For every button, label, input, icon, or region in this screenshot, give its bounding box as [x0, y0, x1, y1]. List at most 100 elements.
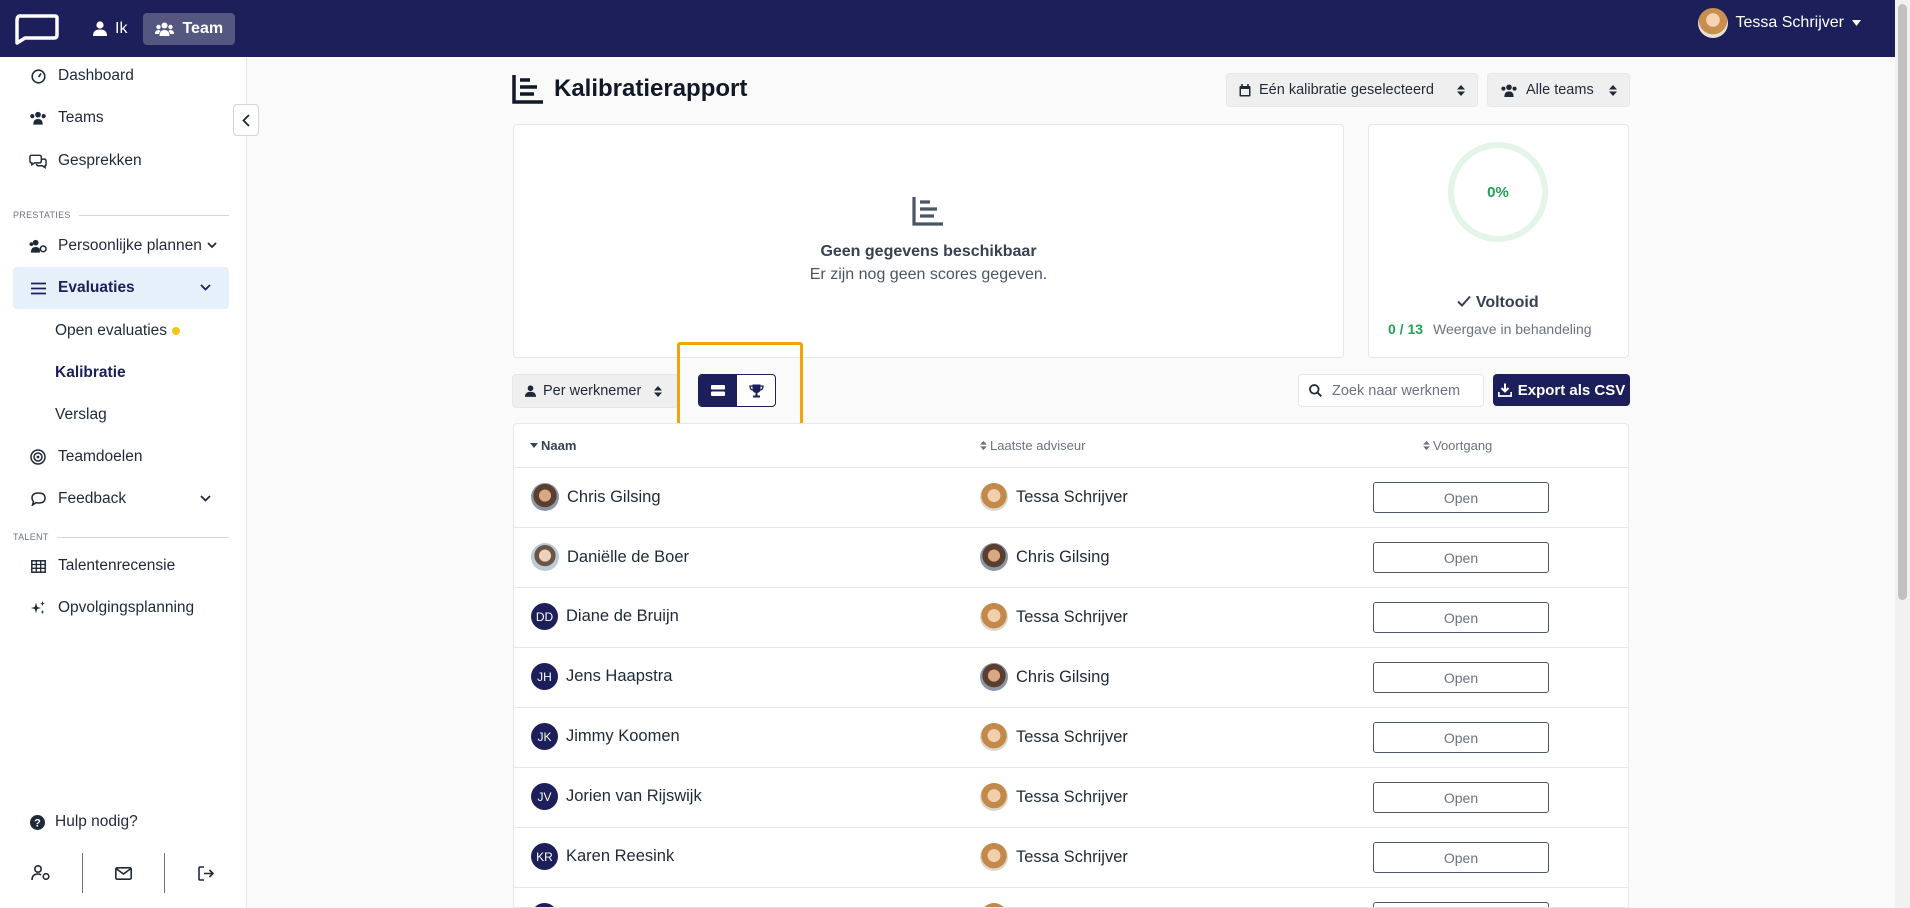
open-button[interactable]: Open: [1373, 782, 1549, 813]
open-button[interactable]: Open: [1373, 602, 1549, 633]
calibration-table: Naam Laatste adviseur Voortgang Chris Gi…: [513, 423, 1629, 908]
app-logo-icon[interactable]: [13, 13, 59, 45]
sidebar-item-dashboard[interactable]: Dashboard: [13, 57, 229, 95]
chat-icon: [29, 153, 47, 169]
avatar: [980, 843, 1008, 871]
column-header-naam[interactable]: Naam: [530, 438, 576, 453]
team-select[interactable]: Alle teams: [1487, 73, 1630, 107]
ranking-view-button[interactable]: [737, 375, 775, 406]
table-row[interactable]: Chris Gilsing Tessa Schrijver Open: [514, 468, 1628, 528]
employee-name: Daniëlle de Boer: [567, 547, 689, 566]
logout-button[interactable]: [165, 853, 247, 893]
avatar: [531, 543, 559, 571]
calibration-select[interactable]: Eén kalibratie geselecteerd: [1226, 73, 1478, 107]
sidebar-subitem-kalibratie[interactable]: Kalibratie: [55, 364, 126, 382]
completion-count-label: Weergave in behandeling: [1433, 321, 1592, 337]
sidebar-item-gesprekken[interactable]: Gesprekken: [13, 142, 229, 180]
column-header-laatste-adviseur[interactable]: Laatste adviseur: [980, 438, 1085, 453]
page-title-text: Kalibratierapport: [554, 75, 748, 102]
employee-name: Jimmy Koomen: [566, 727, 680, 745]
collapse-sidebar-button[interactable]: [233, 104, 259, 136]
employee-cell[interactable]: Daniëlle de Boer: [531, 543, 689, 571]
users-icon: [155, 22, 175, 36]
topnav-ik[interactable]: Ik: [81, 13, 139, 45]
user-icon: [525, 385, 536, 397]
user-settings-button[interactable]: [0, 853, 82, 893]
employee-cell[interactable]: DD Diane de Bruijn: [531, 603, 679, 630]
column-header-voortgang[interactable]: Voortgang: [1423, 438, 1492, 453]
column-header-label: Laatste adviseur: [990, 438, 1086, 453]
employee-cell[interactable]: KR Karen Reesink: [531, 843, 674, 870]
sort-icon: [1423, 440, 1430, 451]
group-by-select[interactable]: Per werknemer: [512, 374, 678, 408]
topnav-team-label: Team: [182, 19, 224, 37]
empty-state-subtitle: Er zijn nog geen scores gegeven.: [809, 266, 1048, 283]
search-employee[interactable]: Zoek naar werknem: [1298, 374, 1484, 407]
page-scrollbar[interactable]: [1895, 0, 1910, 908]
sidebar-item-feedback[interactable]: Feedback: [13, 480, 229, 518]
sidebar-item-teamdoelen[interactable]: Teamdoelen: [13, 438, 229, 476]
sort-icon: [1609, 84, 1617, 96]
advisor-name: Tessa Schrijver: [1016, 787, 1128, 806]
page-title: Kalibratierapport: [512, 74, 747, 104]
table-row[interactable]: KR Karen Reesink Tessa Schrijver Open: [514, 828, 1628, 888]
sidebar-item-label: Persoonlijke plannen: [58, 237, 202, 254]
employee-cell[interactable]: JV Jorien van Rijswijk: [531, 783, 702, 810]
topnav-team[interactable]: Team: [143, 12, 236, 45]
scrollbar-thumb[interactable]: [1898, 4, 1907, 600]
sidebar-item-label: Gesprekken: [58, 152, 142, 169]
sidebar-subitem-open-evaluaties[interactable]: Open evaluaties: [55, 322, 181, 340]
table-row[interactable]: JK Jimmy Koomen Tessa Schrijver Open: [514, 708, 1628, 768]
avatar: [980, 723, 1008, 751]
list-view-button[interactable]: [699, 375, 737, 406]
user-menu[interactable]: Tessa Schrijver: [1697, 8, 1861, 38]
open-button[interactable]: Open: [1373, 842, 1549, 873]
view-toggle[interactable]: [698, 374, 776, 407]
advisor-name: Tessa Schrijver: [1016, 727, 1128, 746]
sidebar-item-opvolgingsplanning[interactable]: Opvolgingsplanning: [13, 589, 229, 627]
advisor-name: Tessa Schrijver: [1016, 607, 1128, 626]
sort-desc-icon: [530, 443, 538, 448]
sidebar-item-label: Opvolgingsplanning: [58, 599, 195, 616]
help-link[interactable]: ? Hulp nodig?: [30, 813, 138, 831]
table-row[interactable]: Daniëlle de Boer Chris Gilsing Open: [514, 528, 1628, 588]
sidebar-item-evaluaties[interactable]: Evaluaties: [13, 267, 229, 309]
employee-cell[interactable]: JK Jimmy Koomen: [531, 723, 680, 750]
table-row[interactable]: JH Jens Haapstra Chris Gilsing Open: [514, 648, 1628, 708]
search-input[interactable]: Zoek naar werknem: [1332, 383, 1460, 399]
advisor-cell: Chris Gilsing: [980, 543, 1110, 571]
open-button[interactable]: Open: [1373, 542, 1549, 573]
sidebar-item-persoonlijke-plannen[interactable]: Persoonlijke plannen: [13, 227, 229, 265]
table-row[interactable]: [514, 888, 1628, 907]
chevron-left-icon: [242, 113, 250, 127]
chevron-down-icon: [207, 242, 217, 249]
employee-cell[interactable]: Chris Gilsing: [531, 483, 661, 511]
employee-cell[interactable]: [531, 903, 558, 907]
avatar: [980, 603, 1008, 631]
avatar: [980, 903, 1008, 907]
sidebar-item-talentenrecensie[interactable]: Talentenrecensie: [13, 547, 229, 585]
messages-button[interactable]: [83, 853, 165, 893]
avatar: JK: [531, 723, 558, 750]
open-button[interactable]: Open: [1373, 722, 1549, 753]
avatar: [980, 483, 1008, 511]
employee-cell[interactable]: JH Jens Haapstra: [531, 663, 672, 690]
sidebar-item-label: Teamdoelen: [58, 448, 143, 465]
open-button[interactable]: Open: [1373, 662, 1549, 693]
avatar: [980, 783, 1008, 811]
chart-card: Geen gegevens beschikbaar Er zijn nog ge…: [513, 124, 1344, 358]
section-label-talent: TALENT: [13, 532, 229, 542]
advisor-name: Chris Gilsing: [1016, 547, 1110, 566]
open-button[interactable]: [1373, 902, 1549, 907]
table-row[interactable]: JV Jorien van Rijswijk Tessa Schrijver Open: [514, 768, 1628, 828]
sidebar-item-teams[interactable]: Teams: [13, 99, 229, 137]
users-cog-icon: [29, 239, 47, 253]
advisor-cell: Tessa Schrijver: [980, 783, 1128, 811]
avatar: [1697, 8, 1728, 38]
avatar: [531, 483, 559, 511]
employee-name: Chris Gilsing: [567, 487, 661, 506]
table-row[interactable]: DD Diane de Bruijn Tessa Schrijver Open: [514, 588, 1628, 648]
export-csv-button[interactable]: Export als CSV: [1493, 374, 1630, 406]
sidebar-subitem-verslag[interactable]: Verslag: [55, 406, 107, 424]
open-button[interactable]: Open: [1373, 482, 1549, 513]
